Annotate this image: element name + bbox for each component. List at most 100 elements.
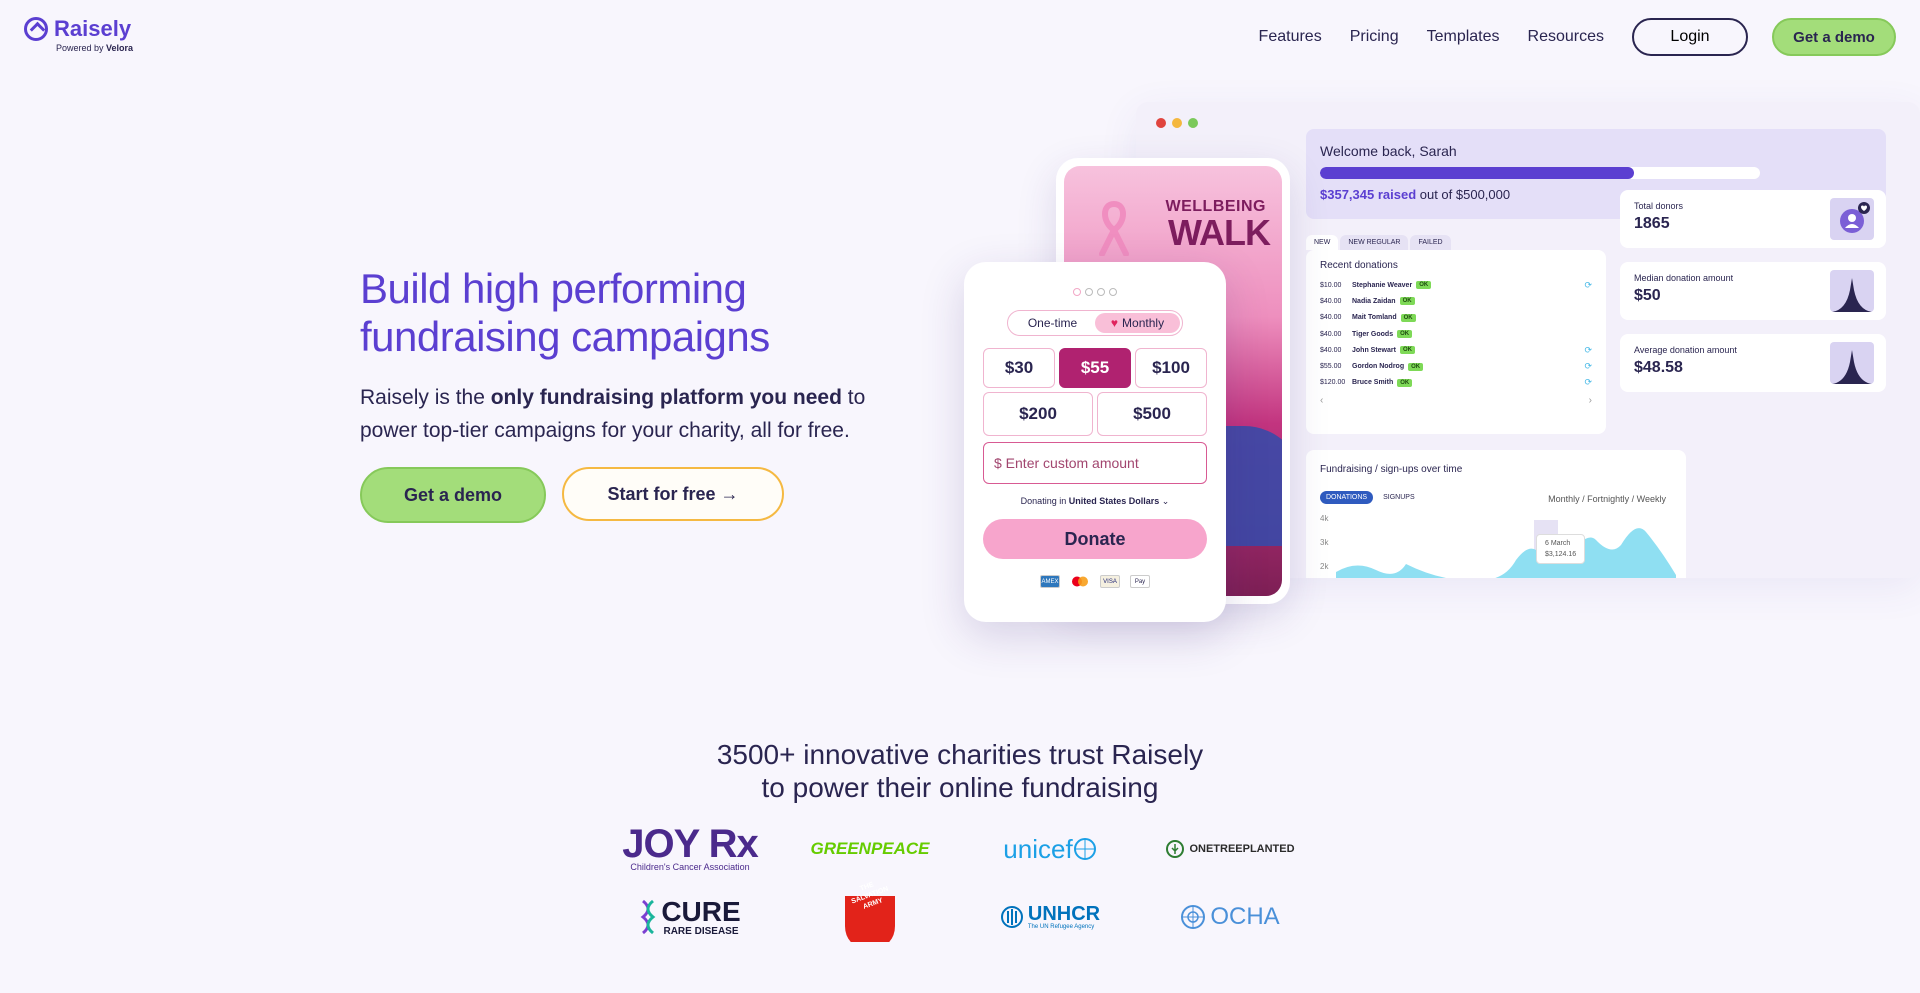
donation-amount: $120.00 [1320,379,1346,387]
status-badge: OK [1400,313,1416,322]
payment-methods: AMEX VISA Pay [983,575,1207,588]
unicef-logo: unicef [960,824,1140,874]
amount-55-button[interactable]: $55 [1059,348,1131,388]
brand-logo[interactable]: Raisely Powered by Velora [24,16,133,53]
donor-name: Gordon Nodrog [1352,363,1405,371]
window-controls [1156,118,1198,128]
un-globe-icon [1181,905,1206,929]
status-badge: OK [1416,281,1432,290]
stat-median-donation: Median donation amount $50 [1620,262,1886,320]
donation-amount: $40.00 [1320,346,1342,354]
main-nav: Features Pricing Templates Resources Log… [1259,18,1896,56]
distribution-chart-icon [1830,342,1874,384]
nav-pricing[interactable]: Pricing [1350,28,1399,46]
donor-name: Mait Tomland [1352,314,1397,322]
donation-amount: $40.00 [1320,297,1342,305]
tab-new-regular[interactable]: NEW REGULAR [1340,235,1409,250]
donation-form-phone: One-time ♥ Monthly $30 $55 $100 $200 $500… [964,262,1226,622]
dna-icon [640,899,656,935]
minimize-dot-icon [1172,118,1182,128]
hero-section: Build high performing fundraising campai… [360,265,920,523]
distribution-chart-icon [1830,270,1874,312]
nav-resources[interactable]: Resources [1528,28,1604,46]
step-dot [1097,288,1105,296]
trust-line-2: to power their online fundraising [761,772,1159,803]
donation-amount: $40.00 [1320,314,1342,322]
monthly-option[interactable]: ♥ Monthly [1095,313,1180,333]
status-badge: OK [1399,297,1415,306]
amount-200-button[interactable]: $200 [983,392,1093,436]
greenpeace-logo: GREENPEACE [810,839,930,858]
trust-line-1: 3500+ innovative charities trust Raisely [716,739,1204,770]
nav-templates[interactable]: Templates [1427,28,1500,46]
stat-total-donors: Total donors 1865 [1620,190,1886,248]
raisely-logo-icon [24,17,48,41]
login-button[interactable]: Login [1632,18,1748,56]
tab-new[interactable]: NEW [1306,235,1339,250]
donation-row: $40.00 Mait Tomland OK [1320,310,1592,326]
next-page-icon[interactable]: › [1589,395,1592,406]
donation-row: $40.00 Tiger Goods OK [1320,326,1592,342]
cure-logo: CURE RARE DISEASE [600,892,780,942]
powered-by: Powered by Velora [56,43,134,53]
monthly-label: Monthly [1122,316,1165,330]
step-dot [1085,288,1093,296]
donor-name: Tiger Goods [1352,330,1394,338]
amex-icon: AMEX [1040,575,1060,588]
recurring-icon: ⟳ [1584,344,1592,355]
step-dot [1109,288,1117,296]
amount-500-button[interactable]: $500 [1097,392,1207,436]
partner-logos: JOY Rx Children's Cancer Association GRE… [600,824,1320,942]
tree-icon [1166,840,1185,858]
nav-get-demo-button[interactable]: Get a demo [1772,18,1896,56]
ocha-logo: OCHA [1140,892,1320,942]
welcome-text: Welcome back, Sarah [1320,143,1457,159]
fundraising-progress-bar [1320,167,1760,179]
chevron-down-icon: ⌄ [1161,496,1170,506]
tab-failed[interactable]: FAILED [1410,235,1451,250]
stat-average-donation: Average donation amount $48.58 [1620,334,1886,392]
recurring-icon: ⟳ [1584,377,1592,388]
donation-row: $40.00 Nadia Zaidan OK [1320,293,1592,309]
ribbon-icon [1099,200,1129,256]
chart-frequency[interactable]: Monthly / Fortnightly / Weekly [1548,494,1666,504]
chart-tab-donations[interactable]: DONATIONS [1320,491,1374,504]
amount-100-button[interactable]: $100 [1135,348,1207,388]
tooltip-date: 6 March [1545,540,1571,547]
donation-row: $10.00 Stephanie Weaver OK ⟳ [1320,277,1592,293]
one-time-option[interactable]: One-time [1010,313,1095,333]
status-badge: OK [1397,330,1413,339]
hero-title: Build high performing fundraising campai… [360,265,770,360]
nav-features[interactable]: Features [1259,28,1322,46]
recurring-icon: ⟳ [1584,361,1592,372]
donation-row: $40.00 John Stewart OK ⟳ [1320,342,1592,358]
chart-tooltip: 6 March $3,124.16 [1536,534,1586,564]
donation-row: $120.00 Bruce Smith OK ⟳ [1320,375,1592,391]
close-dot-icon [1156,118,1166,128]
frequency-toggle: One-time ♥ Monthly [1007,310,1183,336]
onetreeplanted-logo: ONETREEPLANTED [1140,824,1320,874]
custom-amount-input[interactable]: $ Enter custom amount [983,442,1207,484]
prev-page-icon[interactable]: ‹ [1320,395,1323,406]
currency-selector[interactable]: Donating in United States Dollars ⌄ [983,496,1207,507]
donation-amount: $40.00 [1320,330,1342,338]
progress-fill [1320,167,1635,179]
unhcr-emblem-icon [1000,906,1023,928]
donation-amount: $10.00 [1320,281,1342,289]
start-free-button[interactable]: Start for free → [562,467,784,521]
recent-donations-title: Recent donations [1320,260,1398,271]
salvation-army-logo: THE SALVATION ARMY [780,881,960,942]
chart-tab-signups[interactable]: SIGNUPS [1377,491,1421,504]
recent-donations-card: Recent donations $10.00 Stephanie Weaver O… [1306,250,1606,434]
unhcr-logo: UNHCR The UN Refugee Agency [960,892,1140,942]
amount-30-button[interactable]: $30 [983,348,1055,388]
donate-button[interactable]: Donate [983,519,1207,559]
donor-name: Bruce Smith [1352,379,1394,387]
amount-options-row2: $200 $500 [983,392,1207,436]
y-tick: 3k [1320,538,1329,547]
campaign-title-big: WALK [1168,212,1271,253]
hero-get-demo-button[interactable]: Get a demo [360,467,546,523]
chart-title: Fundraising / sign-ups over time [1320,464,1463,475]
fundraising-chart-card: Fundraising / sign-ups over time DONATIO… [1306,450,1686,578]
brand-name: Raisely [54,16,132,41]
